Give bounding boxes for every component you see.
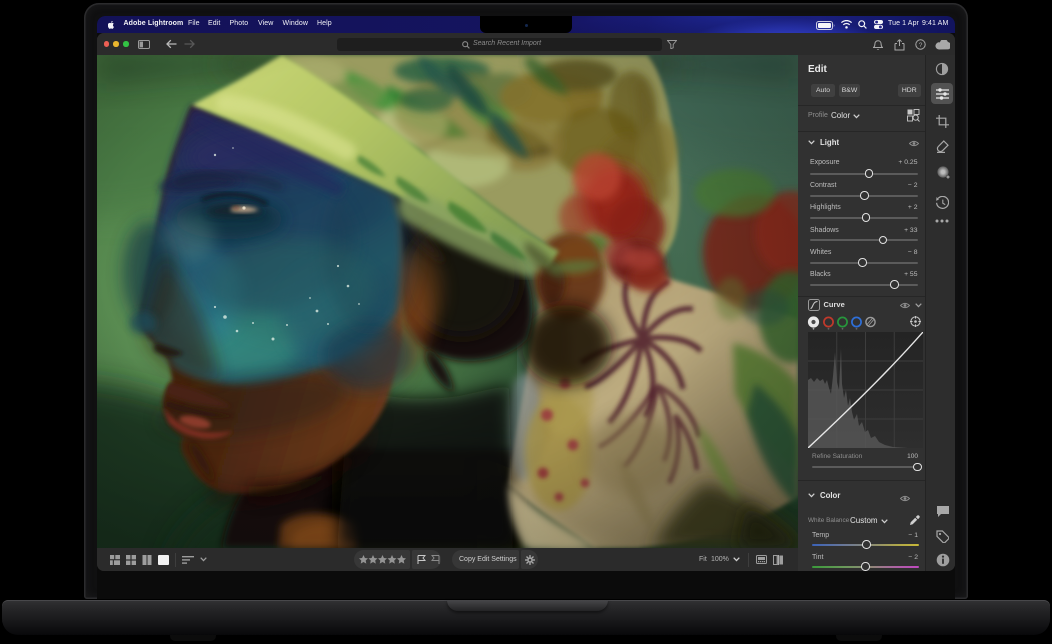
- svg-text:?: ?: [919, 42, 923, 49]
